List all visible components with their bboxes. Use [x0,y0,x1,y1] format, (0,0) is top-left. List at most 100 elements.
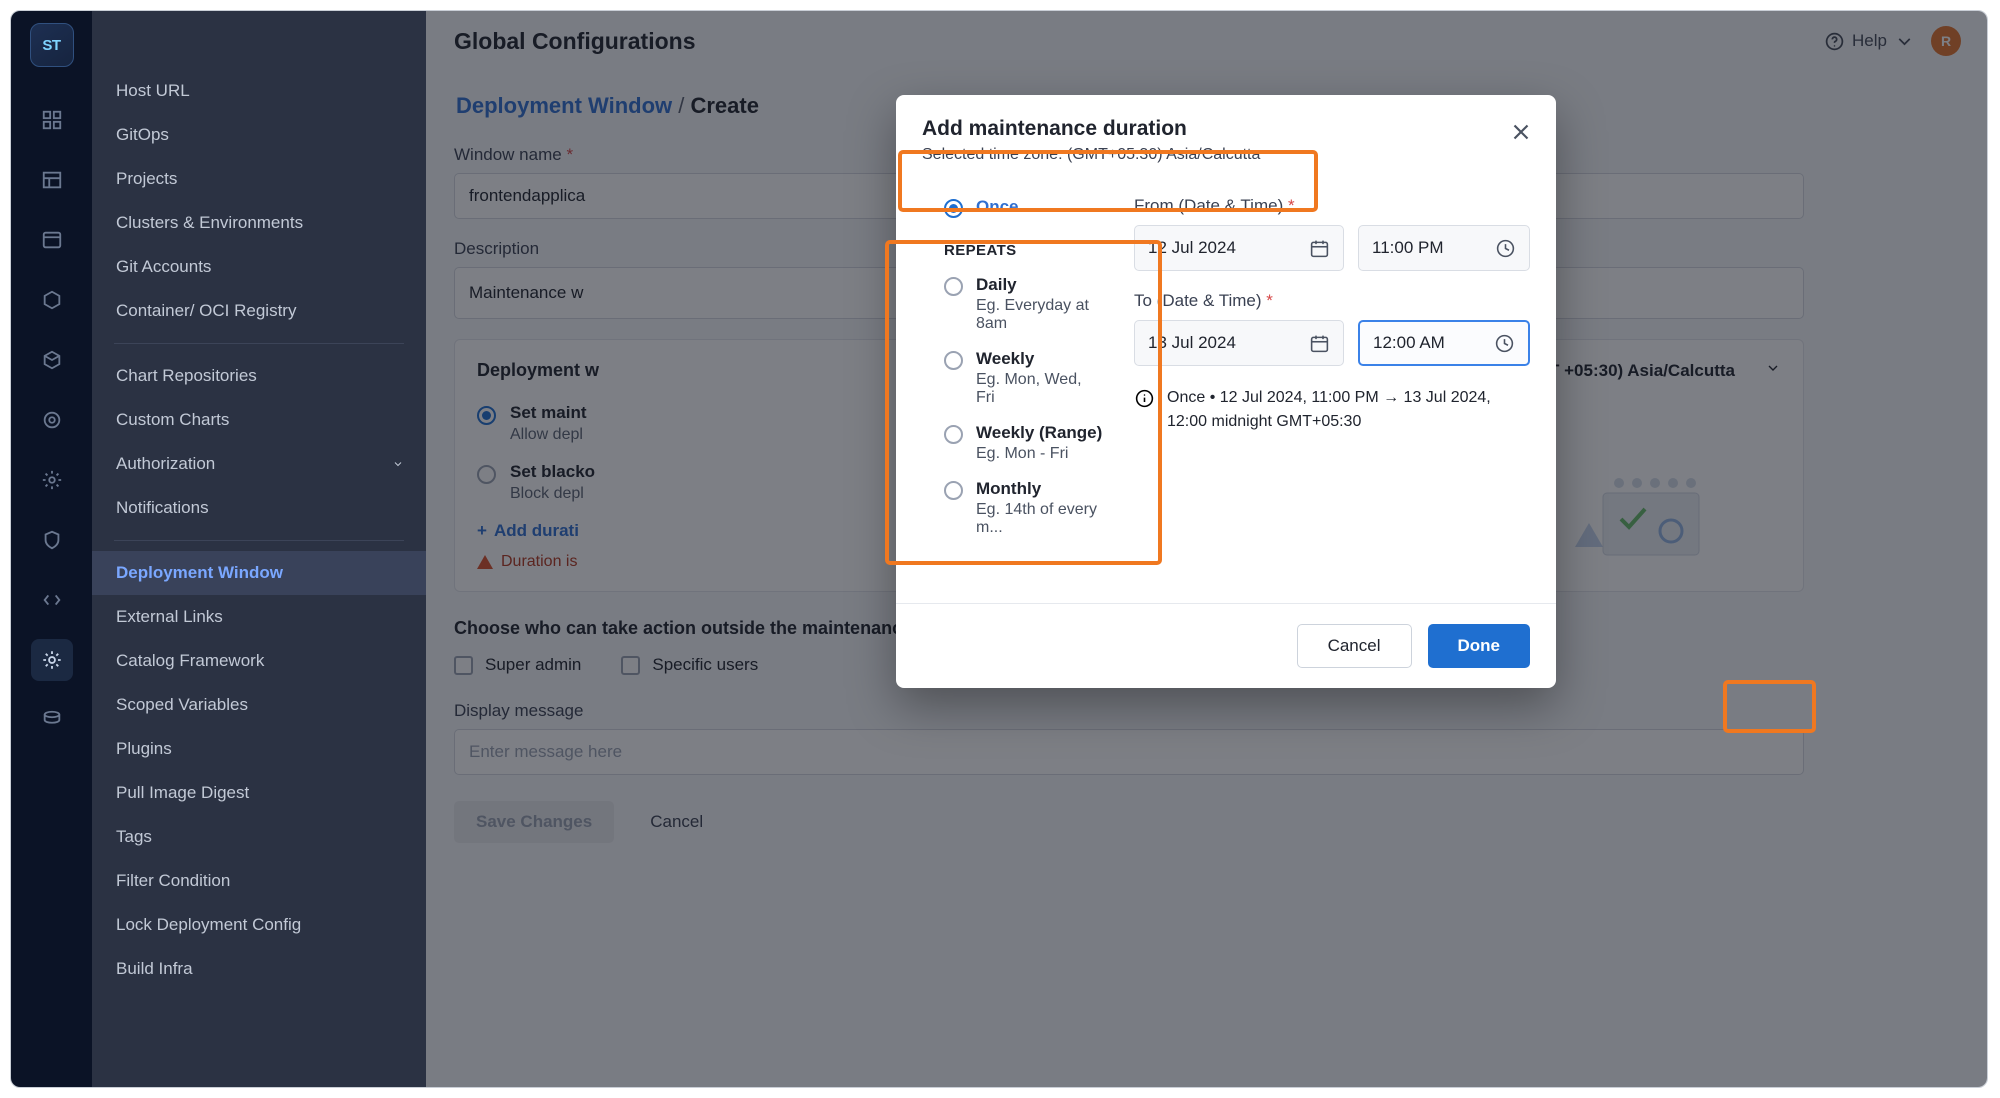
sidebar-item-build-infra[interactable]: Build Infra [92,947,426,991]
to-date-input[interactable]: 13 Jul 2024 [1134,320,1344,366]
recurrence-once-label: Once [976,197,1019,216]
repeat-option-weekly-range[interactable]: Weekly (Range) Eg. Mon - Fri [944,423,1104,463]
sidebar-item-filter-condition[interactable]: Filter Condition [92,859,426,903]
repeats-heading: REPEATS [944,242,1017,259]
stack-icon[interactable] [31,699,73,741]
shield-icon[interactable] [31,519,73,561]
repeat-option-text: Weekly Eg. Mon, Wed, Fri [976,349,1104,407]
sidebar-item-label: Pull Image Digest [116,783,250,802]
modal-body: Once REPEATS Daily Eg. Everyday at 8am Wee… [896,178,1556,589]
sidebar-item-deployment-window[interactable]: Deployment Window [92,551,426,595]
cube-icon[interactable] [31,279,73,321]
sidebar-item-lock-deployment-config[interactable]: Lock Deployment Config [92,903,426,947]
to-label-text: To (Date & Time) [1134,291,1262,310]
sidebar-item-chart-repositories[interactable]: Chart Repositories [92,354,426,398]
app-logo[interactable]: ST [29,23,74,67]
main-area: Global Configurations Help R Deployment … [426,11,1987,1087]
sidebar-item-git-accounts[interactable]: Git Accounts [92,245,426,289]
from-row: 12 Jul 2024 11:00 PM [1134,225,1530,271]
clock-icon[interactable] [1495,238,1516,259]
radio-daily[interactable] [944,277,963,296]
grid-icon[interactable] [31,159,73,201]
sidebar-item-custom-charts[interactable]: Custom Charts [92,398,426,442]
duration-summary: Once • 12 Jul 2024, 11:00 PM → 13 Jul 20… [1134,386,1524,434]
close-icon[interactable] [1508,119,1534,145]
repeat-option-text: Weekly (Range) Eg. Mon - Fri [976,423,1102,463]
sidebar-item-label: Projects [116,169,178,188]
required-marker: * [1261,291,1273,310]
from-time-input[interactable]: 11:00 PM [1358,225,1530,271]
radio-monthly[interactable] [944,481,963,500]
sidebar-item-plugins[interactable]: Plugins [92,727,426,771]
sidebar-item-projects[interactable]: Projects [92,157,426,201]
clock-icon[interactable] [1494,333,1515,354]
recurrence-options: Once REPEATS Daily Eg. Everyday at 8am Wee… [922,178,1104,579]
to-time-value: 12:00 AM [1373,333,1445,352]
recurrence-option-once[interactable]: Once [944,196,1104,218]
to-row: 13 Jul 2024 12:00 AM [1134,320,1530,366]
modal-cancel-button[interactable]: Cancel [1296,624,1412,668]
repeat-option-daily[interactable]: Daily Eg. Everyday at 8am [944,275,1104,333]
code-icon[interactable] [31,579,73,621]
required-marker: * [1283,196,1295,215]
from-date-input[interactable]: 12 Jul 2024 [1134,225,1344,271]
sidebar-item-pull-image-digest[interactable]: Pull Image Digest [92,771,426,815]
sidebar-item-label: Build Infra [116,959,193,978]
duration-summary-text: Once • 12 Jul 2024, 11:00 PM → 13 Jul 20… [1167,386,1524,434]
sidebar-item-label: Container/ OCI Registry [116,301,297,320]
datetime-column: From (Date & Time) * 12 Jul 2024 11:00 P… [1104,178,1530,579]
sidebar-item-authorization[interactable]: Authorization [92,442,426,486]
to-date-value: 13 Jul 2024 [1148,333,1236,352]
modal-subtitle: Selected time zone: (GMT+05:30) Asia/Cal… [922,146,1261,163]
sidebar-item-label: Host URL [116,81,190,100]
to-time-input[interactable]: 12:00 AM [1358,320,1530,366]
repeat-option-example: Eg. Mon, Wed, Fri [976,371,1082,406]
sidebar-item-label: Lock Deployment Config [116,915,302,934]
chevron-down-icon[interactable] [392,458,404,470]
modal-footer: Cancel Done [896,603,1556,688]
sidebar-item-label: Deployment Window [116,563,284,582]
target-icon[interactable] [31,399,73,441]
add-maintenance-duration-modal: Add maintenance duration Selected time z… [896,95,1556,688]
screenshot-root: ST Host URL GitOps Projects Clusters & Envi… [0,0,2000,1098]
repeat-option-example: Eg. Everyday at 8am [976,297,1089,332]
sidebar-item-gitops[interactable]: GitOps [92,113,426,157]
settings-icon[interactable] [30,639,73,681]
repeat-option-label: Weekly [976,349,1035,368]
browser-window: ST Host URL GitOps Projects Clusters & Envi… [10,10,1988,1088]
sidebar-item-label: Authorization [116,454,216,473]
sidebar-item-label: Tags [116,827,152,846]
info-icon [1134,386,1155,434]
sidebar-item-label: Custom Charts [116,410,230,429]
apps-icon[interactable] [31,99,73,141]
sidebar-item-container-oci-registry[interactable]: Container/ OCI Registry [92,289,426,333]
layers-icon[interactable] [31,219,73,261]
calendar-icon[interactable] [1309,238,1330,259]
sidebar-item-label: Filter Condition [116,871,231,890]
sidebar-item-scoped-variables[interactable]: Scoped Variables [92,683,426,727]
repeat-option-monthly[interactable]: Monthly Eg. 14th of every m... [944,479,1104,537]
repeat-option-text: Daily Eg. Everyday at 8am [976,275,1104,333]
modal-header: Add maintenance duration Selected time z… [896,95,1556,178]
gear-icon[interactable] [31,459,73,501]
box-icon[interactable] [31,339,73,381]
radio-weekly[interactable] [944,351,963,370]
sidebar-item-label: External Links [116,607,223,626]
radio-weekly-range[interactable] [944,425,963,444]
modal-done-button[interactable]: Done [1427,624,1530,668]
sidebar-item-notifications[interactable]: Notifications [92,486,426,530]
sidebar-item-label: Clusters & Environments [116,213,304,232]
repeat-option-example: Eg. 14th of every m... [976,501,1097,536]
from-date-value: 12 Jul 2024 [1148,238,1236,257]
repeat-option-weekly[interactable]: Weekly Eg. Mon, Wed, Fri [944,349,1104,407]
sidebar-item-tags[interactable]: Tags [92,815,426,859]
radio-once[interactable] [944,199,963,218]
from-label: From (Date & Time) * [1134,196,1530,216]
calendar-icon[interactable] [1309,333,1330,354]
sidebar-item-label: Plugins [116,739,172,758]
sidebar-item-clusters-environments[interactable]: Clusters & Environments [92,201,426,245]
sidebar-item-catalog-framework[interactable]: Catalog Framework [92,639,426,683]
repeat-options-list: Daily Eg. Everyday at 8am Weekly Eg. Mon, W… [944,275,1104,537]
sidebar-item-host-url[interactable]: Host URL [92,69,426,113]
sidebar-item-external-links[interactable]: External Links [92,595,426,639]
